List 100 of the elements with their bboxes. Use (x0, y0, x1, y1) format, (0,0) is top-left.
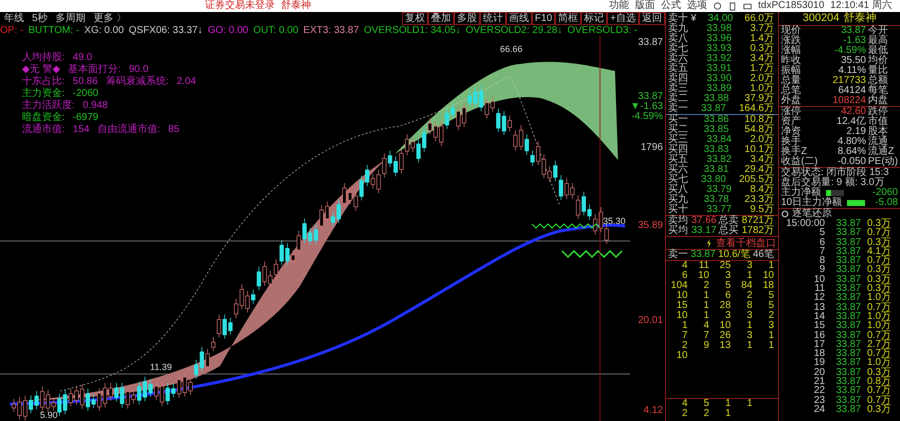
menu-item[interactable]: 选项 (687, 0, 708, 12)
queue-order: 3 (746, 261, 752, 271)
tick-volume: 0.7万 (866, 228, 891, 238)
bid-level-label: 买九 (668, 195, 688, 205)
indicator-value: EXT3: 33.87 (303, 25, 359, 36)
tick-volume: 0.7万 (866, 386, 891, 396)
depth-link[interactable]: 查看千档盘口 (716, 236, 776, 250)
tick-time: 16 (812, 330, 825, 340)
menu-item[interactable]: 功能 (609, 0, 630, 12)
queue-order: 2 (702, 409, 710, 419)
order-count: 46笔 (752, 250, 774, 260)
tick-time: 20 (812, 368, 825, 378)
total-volume: 1782万 (742, 226, 774, 236)
stat-label: 换手Z (781, 147, 808, 157)
tick-price: 33.87 (834, 368, 861, 378)
toolbar-button[interactable]: 简框 (555, 12, 582, 25)
terminal-id: tdxPC1853010 (758, 0, 824, 12)
tick-time: 17 (812, 340, 825, 350)
ask-volume: 1.7万 (750, 64, 774, 74)
bid-price: 33.81 (704, 165, 729, 175)
fundamental-text: ◆无 警◆ (22, 64, 60, 76)
indicator-value: OP: - (0, 25, 24, 36)
toolbar-button[interactable]: 返回 (639, 12, 665, 25)
axis-label: -4.59% (631, 112, 663, 122)
queue-order: 13 (718, 341, 731, 351)
indicator-value: OVERSOLD3: - (567, 25, 638, 36)
toolbar-button[interactable]: 画线 (506, 12, 532, 25)
toolbar-button[interactable]: 叠加 (428, 12, 454, 25)
bid-volume: 8.4万 (750, 185, 774, 195)
bid-volume: 3.4万 (750, 155, 774, 165)
stat-label: 净资 (781, 127, 801, 137)
average-label: 卖均 (668, 216, 688, 226)
tick-price: 33.87 (834, 256, 861, 266)
toolbar-button[interactable]: 复权 (402, 12, 428, 25)
tick-price: 33.87 (834, 404, 861, 414)
tick-time: 9 (819, 265, 825, 275)
fundamental-text: 85 (168, 124, 180, 136)
queue-order: 2 (767, 311, 774, 321)
toolbar-button[interactable]: +自选 (607, 12, 639, 25)
average-price: 33.17 (691, 226, 716, 236)
stat-value: -1.63 (843, 36, 866, 46)
stat-label: 总笔 (781, 86, 801, 96)
average-label: 买均 (668, 226, 688, 236)
stat-value: 4.80% (838, 137, 866, 147)
queue-order: 11 (698, 261, 710, 271)
queue-order: 1 (702, 291, 710, 301)
after-hours-volume: 盘后交易量: 9 额: 3.0万 (781, 178, 884, 188)
stock-title: 舒泰神 (843, 12, 876, 25)
tick-price: 33.87 (834, 377, 861, 386)
queue-order: 3 (746, 311, 752, 321)
tick-price: 33.87 (834, 246, 861, 256)
queue-order: 10 (718, 321, 731, 331)
queue-order: 2 (681, 341, 688, 351)
toolbar-button[interactable]: 统计 (480, 12, 506, 25)
bid-volume: 205.5万 (738, 175, 774, 185)
tick-price: 33.87 (834, 396, 861, 405)
bid-price: 33.86 (704, 115, 729, 125)
queue-order: 3 (746, 331, 752, 341)
ask-level-label: 卖四 (668, 74, 688, 84)
period-tab[interactable]: 更多 〉 (92, 12, 128, 24)
stat-value: 217733 (832, 76, 866, 86)
tick-time: 8 (818, 256, 825, 266)
queue-label: 卖一 (668, 250, 688, 260)
stat-label: 流通 (868, 137, 888, 147)
queue-order: 1 (681, 321, 688, 331)
bid-price: 33.83 (704, 145, 729, 155)
bid-price: 33.82 (706, 155, 732, 165)
ask-volume: 3.4万 (750, 54, 774, 64)
toolbar-button[interactable]: F10 (532, 12, 556, 25)
bid-volume: 10.8万 (744, 115, 774, 125)
queue-order: 4 (681, 399, 688, 409)
fundamental-text: 流通市值: (22, 124, 65, 136)
fundamental-text: -6979 (72, 112, 98, 124)
queue-order: 8 (746, 301, 752, 311)
period-tab[interactable]: 5秒 (30, 12, 50, 24)
period-tab[interactable]: 年线 (2, 12, 26, 24)
high-price-label: 66.66 (500, 44, 523, 54)
menu-item[interactable]: 公式 (661, 0, 682, 12)
stat-label: 总额 (868, 76, 889, 86)
per-order-volume: 10.6/笔 (718, 250, 750, 260)
tick-time: 22 (812, 386, 825, 396)
ask-level-label: 卖六 (668, 54, 688, 64)
queue-order: 1 (724, 399, 731, 409)
stat-label: 内盘 (868, 96, 889, 106)
menu-item[interactable]: 版面 (635, 0, 656, 12)
ask-price: 33.88 (704, 94, 729, 104)
tick-time: 15:00:00 (785, 219, 825, 228)
bid-level-label: 买五 (668, 155, 688, 165)
indicator-value: OUT: 0.00 (253, 25, 298, 36)
queue-order: 4 (681, 261, 688, 271)
tick-price: 33.87 (834, 330, 861, 340)
toolbar-button[interactable]: 多股 (454, 12, 480, 25)
ask-volume: 164.6万 (738, 104, 774, 114)
queue-order: 3 (724, 271, 731, 281)
period-tab[interactable]: 多周期 (54, 12, 88, 24)
stat-label: 总量 (781, 76, 801, 86)
ask-price: 33.93 (706, 44, 732, 54)
toolbar-button[interactable]: 标记 (581, 12, 608, 25)
axis-label: 20.01 (638, 316, 663, 326)
lightning-icon (706, 238, 712, 248)
